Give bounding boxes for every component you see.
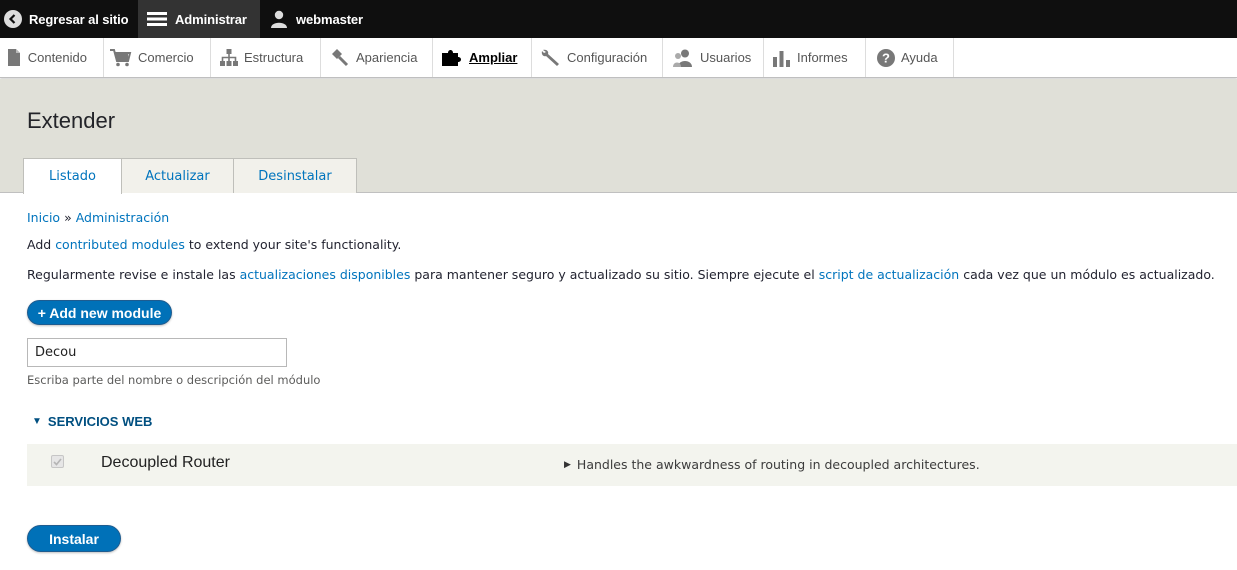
intro-text: to extend your site's functionality. bbox=[188, 237, 402, 252]
filter-description: Escriba parte del nombre o descripción d… bbox=[27, 373, 321, 387]
tray-label: Apariencia bbox=[356, 50, 418, 65]
tray-label: Ayuda bbox=[901, 50, 938, 65]
help-icon: ? bbox=[877, 48, 895, 67]
available-updates-link[interactable]: actualizaciones disponibles bbox=[240, 267, 411, 282]
tab-desinstalar[interactable]: Desinstalar bbox=[233, 158, 357, 193]
updates-text: para mantener seguro y actualizado su si… bbox=[414, 267, 815, 282]
manage-label: Administrar bbox=[175, 11, 247, 27]
user-icon bbox=[270, 10, 288, 28]
tray-item-configuracion[interactable]: Configuración bbox=[532, 38, 663, 77]
primary-tabs: Listado Actualizar Desinstalar bbox=[23, 158, 357, 194]
module-name: Decoupled Router bbox=[101, 454, 230, 471]
updates-text: Regularmente revise e instale las bbox=[27, 267, 236, 282]
tray-item-apariencia[interactable]: Apariencia bbox=[321, 38, 433, 77]
module-row: Decoupled Router ▶ Handles the awkwardne… bbox=[27, 444, 1237, 486]
tray-label: Comercio bbox=[138, 50, 194, 65]
tray-label: Informes bbox=[797, 50, 848, 65]
tray-label: Contenido bbox=[27, 50, 87, 65]
bar-chart-icon bbox=[773, 49, 791, 67]
tray-item-ampliar[interactable]: Ampliar bbox=[433, 38, 532, 77]
updates-paragraph: Regularmente revise e instale las actual… bbox=[27, 267, 1215, 282]
section-title: SERVICIOS WEB bbox=[47, 414, 153, 429]
people-icon bbox=[672, 49, 694, 67]
intro-text: Add bbox=[27, 237, 52, 252]
breadcrumb-admin-link[interactable]: Administración bbox=[76, 210, 169, 225]
user-menu-tab[interactable]: webmaster bbox=[260, 0, 363, 38]
section-toggle-servicios-web[interactable]: ▼ SERVICIOS WEB bbox=[32, 414, 152, 429]
tray-item-ayuda[interactable]: ? Ayuda bbox=[866, 38, 954, 77]
admin-tray: Contenido Comercio Estructura Apariencia… bbox=[0, 38, 1237, 78]
page-title: Extender bbox=[27, 108, 116, 133]
manage-menu-tab[interactable]: Administrar bbox=[138, 0, 260, 38]
puzzle-icon bbox=[441, 49, 463, 67]
breadcrumb-separator: » bbox=[64, 210, 72, 225]
back-to-site-label: Regresar al sitio bbox=[29, 11, 129, 27]
module-description-toggle[interactable]: ▶ Handles the awkwardness of routing in … bbox=[564, 457, 980, 472]
tab-actualizar[interactable]: Actualizar bbox=[121, 158, 234, 193]
breadcrumb: Inicio » Administración bbox=[27, 210, 169, 225]
tray-item-usuarios[interactable]: Usuarios bbox=[663, 38, 764, 77]
hamburger-icon bbox=[147, 11, 167, 27]
page-header: Extender Listado Actualizar Desinstalar bbox=[0, 79, 1237, 194]
module-description: Handles the awkwardness of routing in de… bbox=[576, 457, 980, 472]
tray-item-contenido[interactable]: Contenido bbox=[0, 38, 104, 77]
install-button[interactable]: Instalar bbox=[27, 525, 121, 552]
tray-label: Configuración bbox=[567, 50, 648, 65]
update-script-link[interactable]: script de actualización bbox=[819, 267, 960, 282]
triangle-right-icon: ▶ bbox=[564, 459, 571, 470]
user-label: webmaster bbox=[296, 11, 364, 27]
tray-label: Usuarios bbox=[700, 50, 752, 65]
back-arrow-icon bbox=[4, 10, 22, 28]
file-icon bbox=[6, 49, 22, 67]
contributed-modules-link[interactable]: contributed modules bbox=[55, 237, 185, 252]
wrench-icon bbox=[541, 49, 561, 67]
tray-item-informes[interactable]: Informes bbox=[764, 38, 866, 77]
cart-icon bbox=[110, 48, 132, 67]
module-checkbox[interactable] bbox=[51, 455, 64, 468]
svg-text:?: ? bbox=[882, 50, 890, 65]
tray-label: Ampliar bbox=[469, 50, 518, 65]
tray-item-comercio[interactable]: Comercio bbox=[104, 38, 211, 77]
breadcrumb-home-link[interactable]: Inicio bbox=[27, 210, 60, 225]
intro-paragraph: Add contributed modules to extend your s… bbox=[27, 237, 401, 252]
triangle-down-icon: ▼ bbox=[32, 416, 42, 427]
back-to-site-link[interactable]: Regresar al sitio bbox=[0, 0, 138, 38]
brush-icon bbox=[330, 48, 350, 67]
tab-listado[interactable]: Listado bbox=[23, 158, 122, 194]
tray-label: Estructura bbox=[244, 50, 304, 65]
admin-toolbar: Regresar al sitio Administrar webmaster bbox=[0, 0, 1237, 38]
add-new-module-button[interactable]: + Add new module bbox=[27, 300, 172, 325]
updates-text: cada vez que un módulo es actualizado. bbox=[963, 267, 1215, 282]
tray-item-estructura[interactable]: Estructura bbox=[211, 38, 321, 77]
sitemap-icon bbox=[220, 48, 238, 67]
module-filter-input[interactable]: Decou bbox=[27, 338, 287, 367]
